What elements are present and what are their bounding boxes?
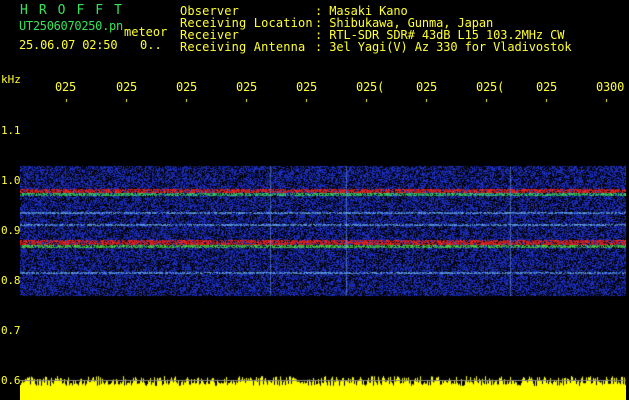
spectrogram-plot [20,99,626,400]
freq-unit-label: kHz [1,73,21,86]
time-tick: 025 [55,80,77,94]
time-tick: 025 [536,80,558,94]
time-tick: 0300 [596,80,625,94]
antenna-label: Receiving Antenna [180,40,306,54]
time-tick: 025( [476,80,505,94]
file-name: UT2506070250.pn [19,19,123,33]
time-tick: 025 [296,80,318,94]
freq-tick: 0.9 [1,224,21,237]
datetime-label: 25.06.07 02:50 [19,38,118,52]
time-tick: 025 [116,80,138,94]
time-tick: 025 [416,80,438,94]
app-name: HROFFT [20,3,133,18]
time-tick: 025 [176,80,198,94]
time-tick: 025 [236,80,258,94]
antenna-value: : 3el Yagi(V) Az 330 for Vladivostok [315,40,572,54]
freq-tick: 0.8 [1,274,21,287]
freq-tick: 1.0 [1,174,21,187]
mode-label: meteor [124,25,168,39]
freq-tick: 0.7 [1,324,21,337]
freq-tick: 1.1 [1,124,21,137]
freq-tick: 0.6 [1,374,21,387]
count-label: 0.. [140,38,162,52]
time-tick: 025( [356,80,385,94]
